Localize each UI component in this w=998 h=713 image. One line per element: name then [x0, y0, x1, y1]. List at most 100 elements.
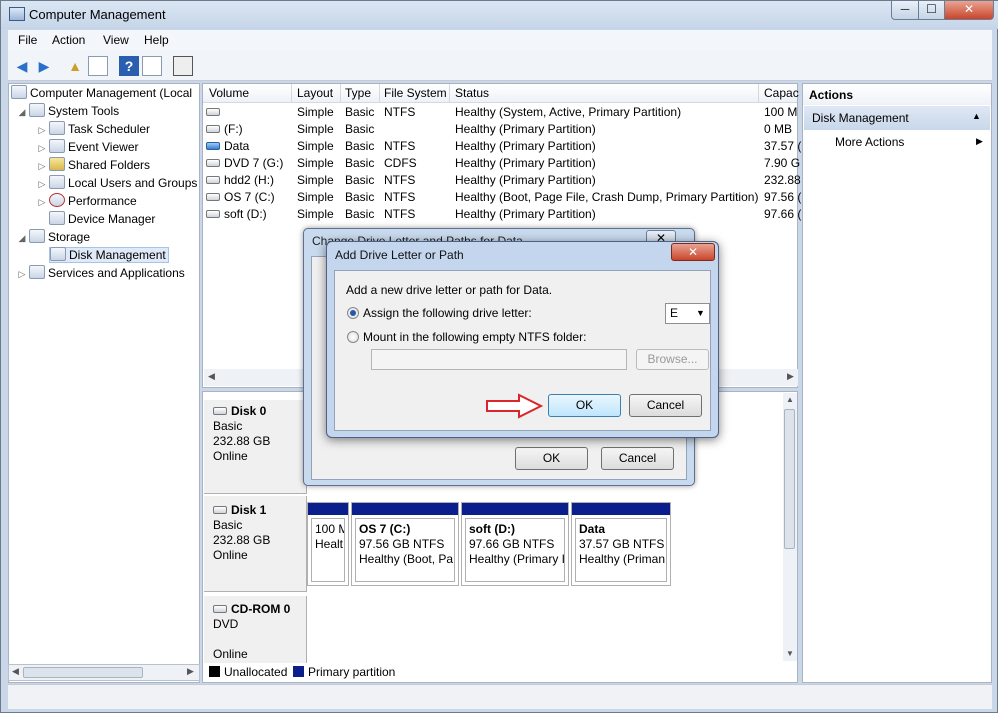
assign-letter-radio[interactable] — [347, 307, 359, 319]
collapse-arrow-icon[interactable]: ◢ — [15, 103, 29, 121]
scroll-thumb[interactable] — [784, 409, 795, 549]
unallocated-swatch — [209, 666, 220, 677]
assign-letter-label[interactable]: Assign the following drive letter: — [363, 306, 532, 320]
add-drive-letter-dialog: Add Drive Letter or Path ✕ Add a new dri… — [326, 241, 719, 438]
tree-item-task-scheduler[interactable]: ▷ Task Scheduler — [9, 120, 199, 138]
menu-help[interactable]: Help — [144, 33, 169, 47]
scroll-right-icon[interactable]: ▶ — [187, 666, 194, 677]
column-separator[interactable] — [758, 84, 759, 103]
menu-action[interactable]: Action — [52, 33, 85, 47]
tree-horizontal-scrollbar[interactable]: ◀ ▶ — [8, 664, 200, 681]
cancel-button[interactable]: Cancel — [629, 394, 702, 417]
partition-data[interactable]: Data 37.57 GB NTFS Healthy (Priman — [571, 502, 671, 586]
more-actions-link[interactable]: More Actions — [835, 135, 904, 149]
disk-map-vertical-scrollbar[interactable]: ▲ ▼ — [783, 393, 797, 661]
expand-arrow-icon[interactable]: ▷ — [35, 157, 49, 175]
folder-path-input[interactable] — [371, 349, 627, 370]
maximize-button[interactable]: ☐ — [918, 1, 945, 20]
mount-folder-label[interactable]: Mount in the following empty NTFS folder… — [363, 330, 586, 344]
scroll-right-icon[interactable]: ▶ — [787, 371, 794, 382]
dvd-drive-icon — [213, 605, 227, 613]
scroll-thumb[interactable] — [23, 667, 143, 678]
scroll-left-icon[interactable]: ◀ — [208, 371, 215, 382]
tree-item-local-users[interactable]: ▷ Local Users and Groups — [9, 174, 199, 192]
collapse-section-icon[interactable]: ▲ — [972, 111, 981, 121]
back-arrow-icon[interactable]: ◀ — [12, 56, 32, 76]
scroll-up-icon[interactable]: ▲ — [786, 395, 794, 404]
column-type[interactable]: Type — [345, 86, 371, 100]
dropdown-arrow-icon[interactable]: ▼ — [696, 308, 705, 318]
partition-os-c[interactable]: OS 7 (C:) 97.56 GB NTFS Healthy (Boot, Pa — [351, 502, 459, 586]
tree-item-device-manager[interactable]: Device Manager — [9, 210, 199, 228]
users-icon — [49, 175, 65, 189]
dialog-close-button[interactable]: ✕ — [671, 243, 715, 261]
scroll-down-icon[interactable]: ▼ — [786, 649, 794, 658]
table-row[interactable]: DVD 7 (G:) Simple Basic CDFS Healthy (Pr… — [203, 155, 800, 172]
ok-button[interactable]: OK — [548, 394, 621, 417]
close-button[interactable]: ✕ — [944, 1, 994, 20]
dvd-drive-icon — [206, 159, 220, 167]
primary-partition-bar — [352, 503, 458, 515]
tree-item-disk-management[interactable]: Disk Management — [9, 246, 199, 264]
collapse-arrow-icon[interactable]: ◢ — [15, 229, 29, 247]
tree-item-root[interactable]: Computer Management (Local — [9, 84, 199, 102]
computer-management-icon — [9, 7, 25, 21]
column-volume[interactable]: Volume — [209, 86, 249, 100]
disk-1-info[interactable]: Disk 1 Basic 232.88 GB Online — [204, 496, 307, 592]
add-drive-letter-dialog-body: Add a new drive letter or path for Data.… — [334, 270, 711, 431]
expand-arrow-icon[interactable]: ▷ — [15, 265, 29, 283]
expand-arrow-icon[interactable]: ▷ — [35, 175, 49, 193]
tree-item-event-viewer[interactable]: ▷ Event Viewer — [9, 138, 199, 156]
menu-view[interactable]: View — [103, 33, 129, 47]
tree-item-storage[interactable]: ◢ Storage — [9, 228, 199, 246]
tree-item-shared-folders[interactable]: ▷ Shared Folders — [9, 156, 199, 174]
tree-item-performance[interactable]: ▷ Performance — [9, 192, 199, 210]
cdrom-0-info[interactable]: CD-ROM 0 DVD Online — [204, 596, 307, 666]
computer-icon — [11, 85, 27, 99]
show-hide-tree-icon[interactable] — [88, 56, 108, 76]
browse-button[interactable]: Browse... — [636, 349, 709, 370]
partition-system-reserved[interactable]: 100 MHealt — [307, 502, 349, 586]
help-icon[interactable]: ? — [119, 56, 139, 76]
forward-arrow-icon[interactable]: ▶ — [34, 56, 54, 76]
column-file-system[interactable]: File System — [384, 86, 447, 100]
tools-icon — [29, 103, 45, 117]
table-row[interactable]: Data Simple Basic NTFS Healthy (Primary … — [203, 138, 801, 155]
change-dialog-ok-button[interactable]: OK — [515, 447, 588, 470]
submenu-arrow-icon: ▶ — [976, 136, 983, 146]
table-row[interactable]: (F:) Simple Basic Healthy (Primary Parti… — [203, 121, 797, 138]
properties-icon[interactable] — [173, 56, 193, 76]
window-title: Computer Management — [29, 7, 166, 22]
expand-arrow-icon[interactable]: ▷ — [35, 193, 49, 211]
expand-arrow-icon[interactable]: ▷ — [35, 121, 49, 139]
drive-letter-select[interactable]: E ▼ — [665, 303, 710, 324]
menu-file[interactable]: File — [18, 33, 37, 47]
tree-item-system-tools[interactable]: ◢ System Tools — [9, 102, 199, 120]
column-layout[interactable]: Layout — [297, 86, 333, 100]
table-row[interactable]: OS 7 (C:) Simple Basic NTFS Healthy (Boo… — [203, 189, 801, 206]
tree-item-services[interactable]: ▷ Services and Applications — [9, 264, 199, 282]
mount-folder-radio[interactable] — [347, 331, 359, 343]
performance-icon — [49, 193, 65, 207]
scroll-left-icon[interactable]: ◀ — [12, 666, 19, 677]
disk-0-info[interactable]: Disk 0 Basic 232.88 GB Online — [204, 400, 307, 494]
services-icon — [29, 265, 45, 279]
column-separator[interactable] — [449, 84, 450, 103]
table-row[interactable]: soft (D:) Simple Basic NTFS Healthy (Pri… — [203, 206, 801, 223]
column-capacity[interactable]: Capac — [764, 86, 799, 100]
disk-icon — [213, 506, 227, 514]
column-status[interactable]: Status — [455, 86, 489, 100]
minimize-button[interactable]: ─ — [891, 1, 919, 20]
change-dialog-cancel-button[interactable]: Cancel — [601, 447, 674, 470]
show-hide-action-pane-icon[interactable] — [142, 56, 162, 76]
partition-soft-d[interactable]: soft (D:) 97.66 GB NTFS Healthy (Primary I — [461, 502, 569, 586]
actions-section-disk-management[interactable]: Disk Management ▲ — [804, 106, 990, 130]
column-separator[interactable] — [291, 84, 292, 103]
column-separator[interactable] — [379, 84, 380, 103]
table-row[interactable]: hdd2 (H:) Simple Basic NTFS Healthy (Pri… — [203, 172, 801, 189]
drive-icon — [206, 108, 220, 116]
table-row[interactable]: Simple Basic NTFS Healthy (System, Activ… — [203, 104, 797, 121]
column-separator[interactable] — [340, 84, 341, 103]
expand-arrow-icon[interactable]: ▷ — [35, 139, 49, 157]
up-folder-icon[interactable]: ▲ — [65, 56, 85, 76]
